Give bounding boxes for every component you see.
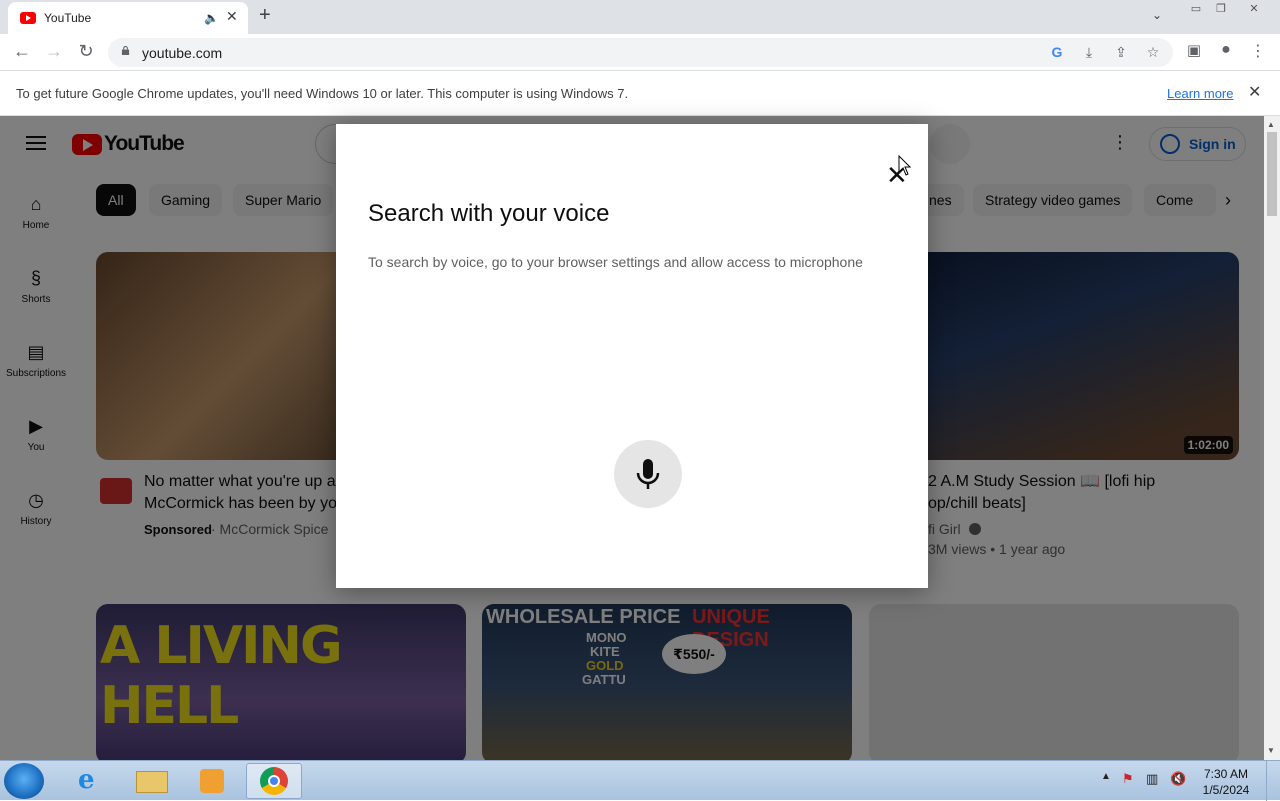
taskbar-clock[interactable]: 7:30 AM 1/5/2024: [1198, 766, 1254, 798]
tab-title: YouTube: [44, 11, 92, 25]
action-center-icon[interactable]: ⚑: [1122, 771, 1134, 787]
install-icon[interactable]: ⤓: [1080, 44, 1098, 61]
start-button[interactable]: [4, 763, 44, 799]
back-icon[interactable]: ←: [10, 41, 34, 62]
network-icon[interactable]: ▥: [1146, 771, 1158, 787]
update-infobar: To get future Google Chrome updates, you…: [0, 71, 1280, 116]
tray-expand-icon[interactable]: ▲: [1101, 771, 1111, 782]
tab-strip: YouTube 🔈 ✕ + ⌄ ▭ ❐ ✕: [0, 0, 1280, 34]
media-player-icon[interactable]: [184, 763, 240, 799]
url-text: youtube.com: [142, 45, 223, 61]
page-scrollbar[interactable]: ▲ ▼: [1264, 116, 1280, 760]
clock-date: 1/5/2024: [1202, 783, 1250, 797]
scroll-down-icon[interactable]: ▼: [1267, 746, 1275, 755]
chrome-taskbar-icon[interactable]: [246, 763, 302, 799]
side-panel-icon[interactable]: ▣: [1182, 41, 1206, 59]
close-infobar-icon[interactable]: ✕: [1248, 82, 1261, 102]
microphone-icon: [636, 459, 660, 489]
tab-youtube[interactable]: YouTube 🔈 ✕: [8, 2, 248, 34]
voice-search-dialog: ✕ Search with your voice To search by vo…: [336, 124, 928, 588]
volume-muted-icon[interactable]: 🔇: [1170, 771, 1186, 787]
new-tab-icon[interactable]: +: [259, 4, 271, 27]
minimize-icon[interactable]: ▭: [1182, 0, 1210, 20]
file-explorer-icon[interactable]: [124, 763, 180, 799]
lock-icon: [121, 46, 130, 55]
dialog-message: To search by voice, go to your browser s…: [368, 254, 863, 270]
browser-toolbar: ← → ↻ youtube.com G ⤓ ⇪ ☆ ▣ ● ⋮: [0, 34, 1280, 71]
reload-icon[interactable]: ↻: [74, 41, 98, 62]
youtube-favicon-icon: [20, 12, 36, 24]
infobar-message: To get future Google Chrome updates, you…: [16, 86, 629, 101]
close-tab-icon[interactable]: ✕: [226, 8, 238, 25]
microphone-button[interactable]: [614, 440, 682, 508]
address-bar[interactable]: youtube.com G ⤓ ⇪ ☆: [108, 38, 1173, 67]
learn-more-link[interactable]: Learn more: [1167, 86, 1233, 101]
restore-icon[interactable]: ❐: [1207, 0, 1235, 20]
show-desktop-button[interactable]: [1266, 761, 1280, 801]
internet-explorer-icon[interactable]: e: [64, 763, 120, 799]
speaker-icon[interactable]: 🔈: [204, 11, 219, 25]
forward-icon[interactable]: →: [42, 41, 66, 62]
windows-taskbar: e ▲ ⚑ ▥ 🔇 7:30 AM 1/5/2024: [0, 760, 1280, 801]
profile-icon[interactable]: ●: [1214, 41, 1238, 59]
close-window-icon[interactable]: ✕: [1240, 0, 1268, 20]
chevron-down-icon[interactable]: ⌄: [1152, 8, 1162, 22]
mouse-cursor-icon: [898, 155, 912, 176]
bookmark-star-icon[interactable]: ☆: [1144, 44, 1162, 61]
scroll-up-icon[interactable]: ▲: [1267, 120, 1275, 129]
share-icon[interactable]: ⇪: [1112, 44, 1130, 61]
scrollbar-thumb[interactable]: [1267, 132, 1277, 216]
dialog-title: Search with your voice: [368, 200, 610, 227]
chrome-menu-icon[interactable]: ⋮: [1246, 41, 1270, 61]
google-icon[interactable]: G: [1048, 44, 1066, 60]
clock-time: 7:30 AM: [1203, 767, 1249, 781]
